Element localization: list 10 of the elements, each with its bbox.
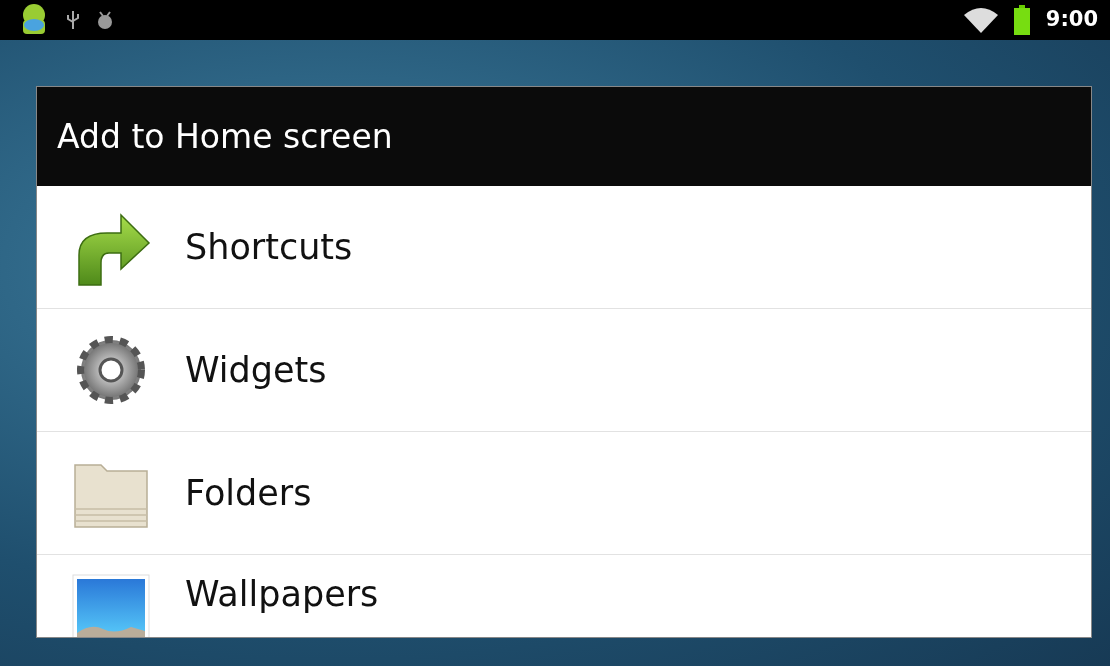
clock: 9:00 (1045, 6, 1098, 34)
menu-item[interactable]: Wallpapers (37, 555, 1091, 637)
menu-item[interactable]: Widgets (37, 309, 1091, 432)
battery-icon (1013, 5, 1030, 35)
bug-icon (96, 11, 114, 29)
dialog-title: Add to Home screen (57, 115, 393, 158)
usb-icon (66, 10, 80, 30)
wifi-icon (963, 7, 998, 33)
menu-item[interactable]: Folders (37, 432, 1091, 555)
menu-item[interactable]: Shortcuts (37, 186, 1091, 309)
